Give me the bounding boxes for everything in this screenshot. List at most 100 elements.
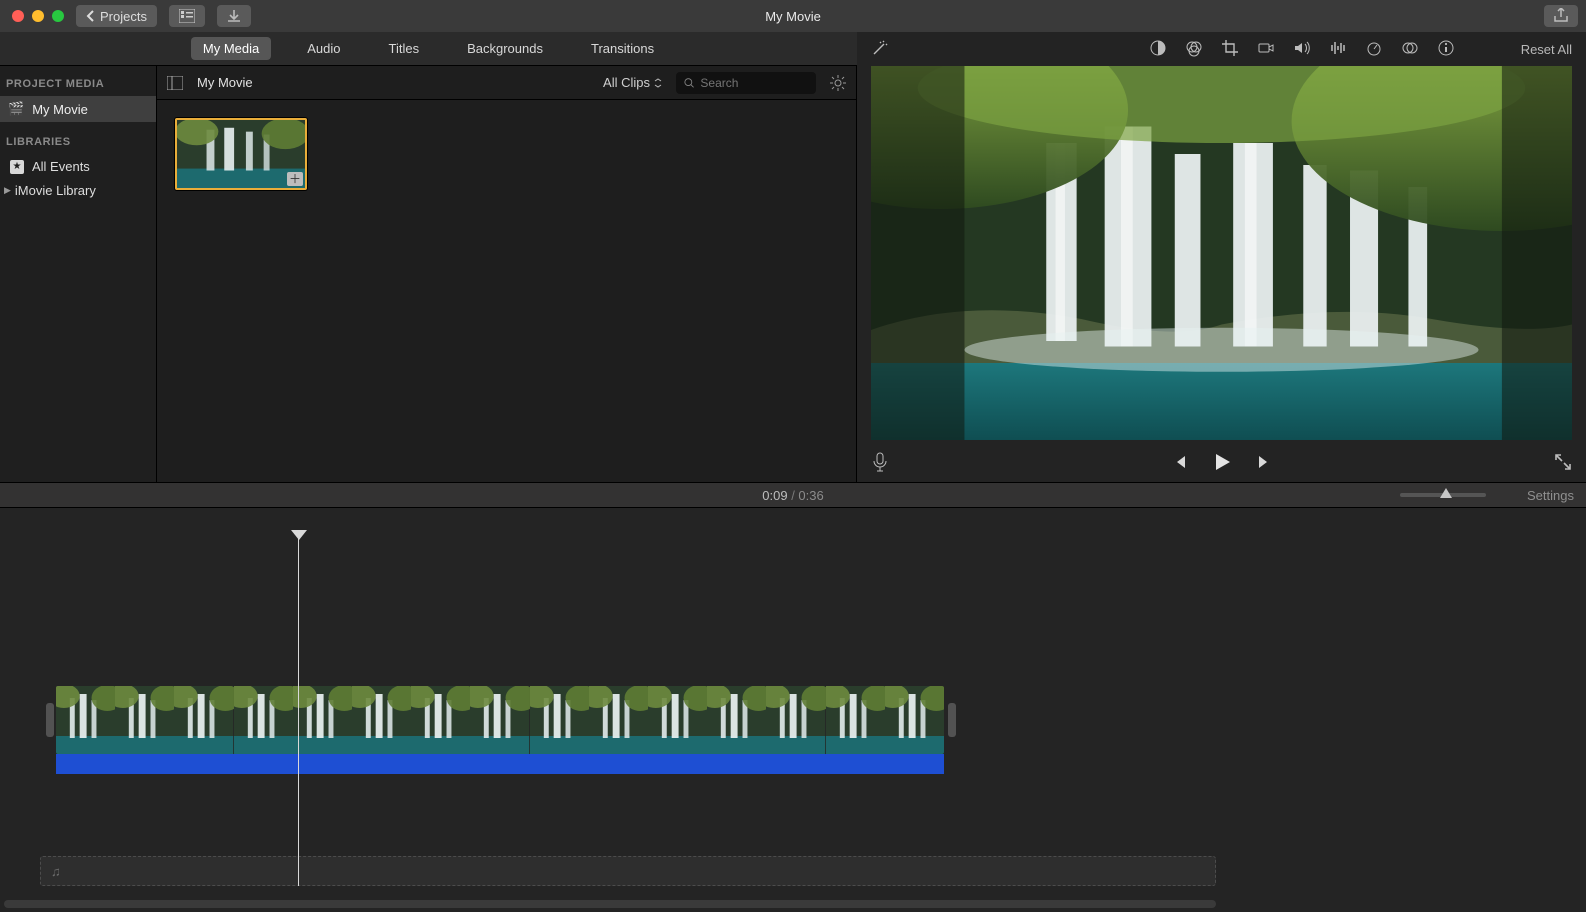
list-filmstrip-icon: [179, 9, 195, 23]
disclosure-triangle-icon[interactable]: ▶: [4, 185, 11, 196]
toggle-sidebar-icon[interactable]: [167, 76, 183, 90]
transport-controls: [1171, 451, 1273, 476]
back-label: Projects: [100, 9, 147, 24]
timeline[interactable]: ♫: [0, 508, 1586, 912]
clip-audio-waveform[interactable]: [56, 754, 944, 774]
horizontal-scrollbar[interactable]: [4, 900, 1216, 908]
reset-all-button[interactable]: Reset All: [1521, 42, 1572, 57]
play-button[interactable]: [1211, 451, 1233, 476]
waterfall-thumbnail-image: [177, 120, 305, 188]
sidebar-all-events[interactable]: ★ All Events: [0, 154, 156, 179]
import-button[interactable]: [217, 5, 251, 27]
filmstrip-frame: [234, 686, 293, 754]
filmstrip-frame: [470, 686, 529, 754]
clip-trim-handle-right[interactable]: [948, 703, 956, 737]
tab-audio[interactable]: Audio: [295, 37, 352, 60]
microphone-voiceover-icon[interactable]: [871, 452, 889, 475]
search-field[interactable]: [676, 72, 816, 94]
tab-backgrounds[interactable]: Backgrounds: [455, 37, 555, 60]
sidebar-project-name: My Movie: [32, 102, 88, 117]
import-down-icon: [227, 9, 241, 23]
filmstrip-frame: [352, 686, 411, 754]
titlebar: Projects My Movie: [0, 0, 1586, 32]
viewer-toolbar: Reset All: [857, 32, 1586, 66]
filmstrip-frame: [707, 686, 766, 754]
sidebar: PROJECT MEDIA 🎬 My Movie LIBRARIES ★ All…: [0, 66, 157, 482]
clip-filmstrip: [56, 686, 944, 754]
noise-eq-icon[interactable]: [1329, 39, 1347, 60]
sidebar-all-events-label: All Events: [32, 159, 90, 174]
music-note-icon: ♫: [51, 864, 61, 879]
color-correction-icon[interactable]: [1185, 39, 1203, 60]
sidebar-project-item[interactable]: 🎬 My Movie: [0, 96, 156, 122]
upper-region: My Media Audio Titles Backgrounds Transi…: [0, 32, 1586, 482]
filter-overlap-icon[interactable]: [1401, 39, 1419, 60]
filmstrip-frame: [885, 686, 944, 754]
fullscreen-window-button[interactable]: [52, 10, 64, 22]
search-icon: [684, 77, 694, 89]
filmstrip-frame: [293, 686, 352, 754]
color-balance-icon[interactable]: [1149, 39, 1167, 60]
speed-icon[interactable]: [1365, 39, 1383, 60]
window-controls: [12, 10, 64, 22]
preview-frame-image: [871, 66, 1572, 440]
timeline-settings-button[interactable]: Settings: [1527, 488, 1574, 503]
tab-transitions[interactable]: Transitions: [579, 37, 666, 60]
current-time: 0:09: [762, 488, 787, 503]
view-mode-list-button[interactable]: [169, 5, 205, 27]
updown-chevron-icon: [654, 78, 662, 88]
playback-controls: [857, 444, 1586, 482]
share-icon: [1553, 8, 1569, 24]
tab-titles[interactable]: Titles: [377, 37, 432, 60]
fullscreen-icon[interactable]: [1554, 454, 1572, 473]
go-to-end-button[interactable]: [1255, 453, 1273, 474]
magic-wand-icon[interactable]: [871, 39, 889, 60]
browser-toolbar: My Movie All Clips: [157, 66, 856, 100]
filmstrip-frame: [174, 686, 233, 754]
viewer-panel: Reset All: [857, 32, 1586, 482]
sidebar-library-item[interactable]: ▶ iMovie Library: [0, 179, 156, 202]
browser-title: My Movie: [197, 75, 253, 90]
chevron-left-icon: [86, 10, 96, 22]
sidebar-header-libraries: LIBRARIES: [0, 136, 156, 154]
video-preview[interactable]: [871, 66, 1572, 440]
add-clip-badge-icon[interactable]: ＋: [287, 172, 303, 186]
search-input[interactable]: [700, 76, 808, 90]
filmstrip-frame: [56, 686, 115, 754]
filmstrip-frame: [530, 686, 589, 754]
minimize-window-button[interactable]: [32, 10, 44, 22]
playhead[interactable]: [298, 532, 299, 886]
total-time: 0:36: [798, 488, 823, 503]
filmstrip-frame: [589, 686, 648, 754]
stabilization-icon[interactable]: [1257, 39, 1275, 60]
tab-my-media[interactable]: My Media: [191, 37, 271, 60]
timeline-zoom-slider[interactable]: [1400, 493, 1486, 497]
clip-filter-label: All Clips: [603, 75, 650, 90]
background-music-track[interactable]: ♫: [40, 856, 1216, 886]
playback-time-display: 0:09 / 0:36: [0, 488, 1586, 503]
filmstrip-frame: [826, 686, 885, 754]
view-mode-segmented[interactable]: [169, 5, 205, 27]
go-to-start-button[interactable]: [1171, 453, 1189, 474]
browser-body: ＋: [157, 100, 856, 482]
filmstrip-frame: [115, 686, 174, 754]
share-button[interactable]: [1544, 5, 1578, 27]
media-tabs: My Media Audio Titles Backgrounds Transi…: [0, 32, 857, 66]
filmstrip-frame: [648, 686, 707, 754]
clip-trim-handle-left[interactable]: [46, 703, 54, 737]
filmstrip-frame: [766, 686, 825, 754]
star-icon: ★: [10, 160, 24, 174]
close-window-button[interactable]: [12, 10, 24, 22]
sidebar-header-project-media: PROJECT MEDIA: [0, 78, 156, 96]
info-icon[interactable]: [1437, 39, 1455, 60]
back-to-projects-button[interactable]: Projects: [76, 5, 157, 27]
volume-icon[interactable]: [1293, 39, 1311, 60]
zoom-slider-knob[interactable]: [1440, 488, 1452, 498]
media-clip-thumbnail[interactable]: ＋: [175, 118, 307, 190]
gear-icon[interactable]: [830, 75, 846, 91]
timeline-info-bar: 0:09 / 0:36 Settings: [0, 482, 1586, 508]
clip-filter-dropdown[interactable]: All Clips: [603, 75, 662, 90]
video-track-clip[interactable]: [56, 686, 944, 774]
filmstrip-frame: [411, 686, 470, 754]
crop-icon[interactable]: [1221, 39, 1239, 60]
